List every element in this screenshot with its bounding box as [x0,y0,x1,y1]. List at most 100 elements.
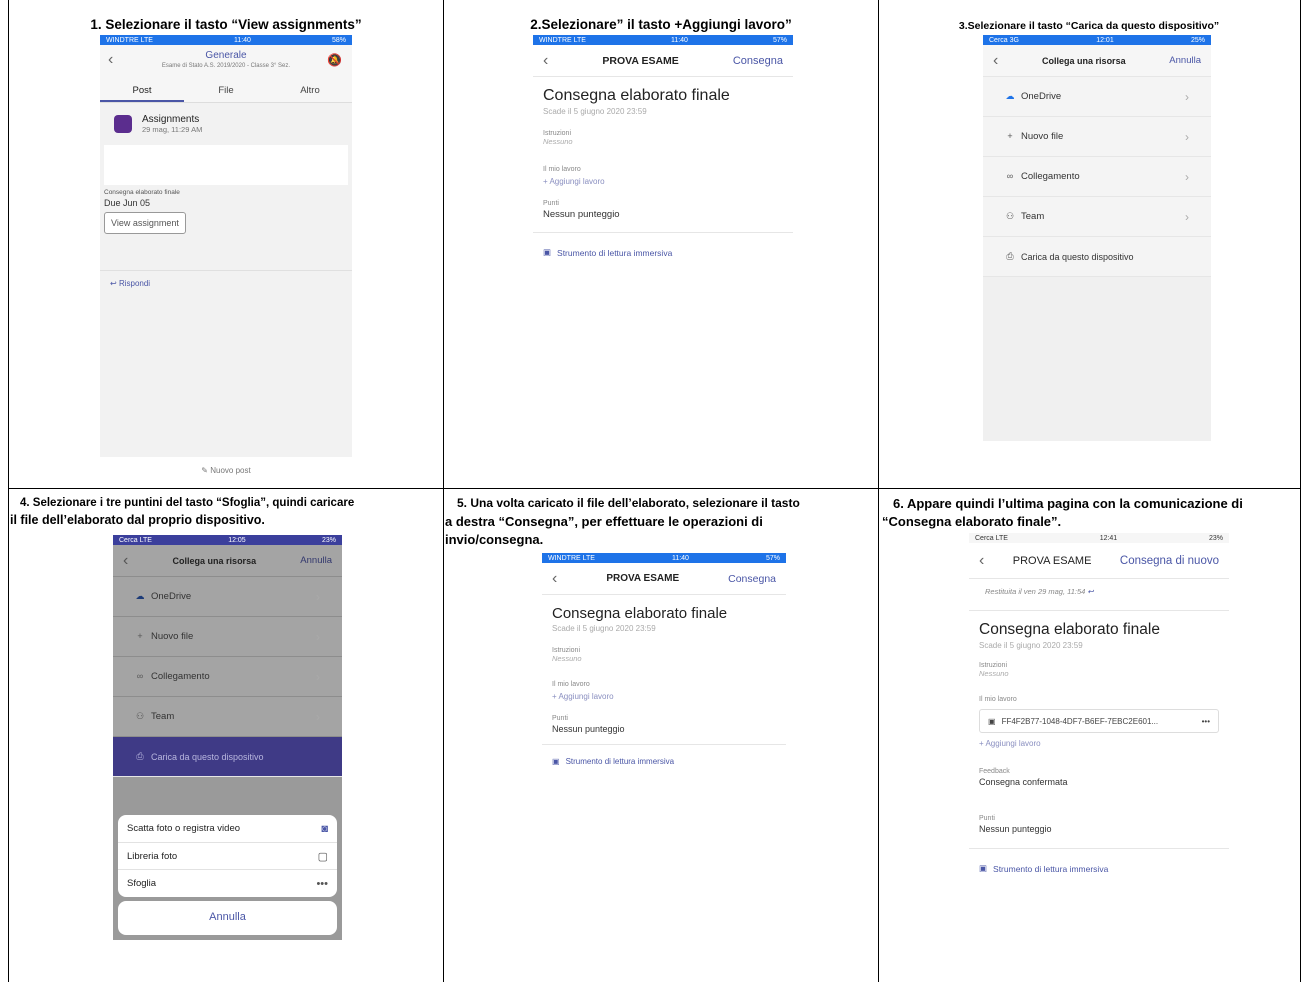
option-label: Sfoglia [127,878,157,889]
time-label: 11:40 [233,36,251,44]
attached-file[interactable]: ▣ FF4F2B77-1048-4DF7-B6EF-7EBC2E601... •… [979,709,1219,733]
link-row[interactable]: ∞ Collegamento › [113,657,342,697]
column-divider [878,0,879,982]
more-dots-icon[interactable]: ••• [1202,717,1210,726]
carrier-label: WINDTRE LTE [539,36,586,44]
due-date: Scade il 5 giugno 2020 23:59 [552,624,656,633]
team-row[interactable]: ⚇ Team › [983,197,1211,237]
upload-from-device-row[interactable]: ⎙ Carica da questo dispositivo [113,737,342,777]
assignment-title: Consegna elaborato finale [543,87,730,104]
onedrive-row[interactable]: ☁ OneDrive › [113,577,342,617]
compose-icon: ✎ [201,466,211,475]
back-arrow-icon[interactable]: ‹ [993,52,998,70]
back-arrow-icon[interactable]: ‹ [123,552,128,570]
status-bar: WINDTRE LTE 11:40 57% [542,553,786,563]
take-photo-option[interactable]: Scatta foto o registra video ◙ [118,815,337,843]
points-value: Nessun punteggio [979,824,1052,834]
back-arrow-icon[interactable]: ‹ [108,51,113,69]
add-work-button[interactable]: + Aggiungi lavoro [543,177,783,186]
assignment-title: Consegna elaborato finale [552,605,728,622]
immersive-reader-button[interactable]: ▣ Strumento di lettura immersiva [533,232,793,272]
status-bar: Cerca 3G 12:01 25% [983,35,1211,45]
instructions-value: Nessuno [979,669,1009,678]
reader-icon: ▣ [543,247,552,257]
upload-from-device-row[interactable]: ⎙ Carica da questo dispositivo [983,237,1211,277]
points-label: Punti [552,715,568,722]
header-title: PROVA ESAME [1012,554,1092,567]
screenshot-5: WINDTRE LTE 11:40 57% ‹ PROVA ESAME Cons… [542,553,786,808]
new-file-row[interactable]: + Nuovo file › [113,617,342,657]
consegna-button[interactable]: Consegna [733,55,783,67]
channel-name: Generale [205,50,247,61]
time-label: 11:40 [670,36,688,44]
post-time: 29 mag, 11:29 AM [142,125,203,134]
new-file-row[interactable]: + Nuovo file › [983,117,1211,157]
status-bar: Cerca LTE 12:41 23% [969,533,1229,543]
upload-icon: ⎙ [136,751,144,761]
carrier-label: WINDTRE LTE [106,36,153,44]
step-6-caption-line1: 6. Appare quindi l’ultima pagina con la … [893,496,1243,511]
screenshot-3: Cerca 3G 12:01 25% ‹ Collega una risorsa… [983,35,1211,441]
annulla-button[interactable]: Annulla [1169,55,1201,66]
add-work-button[interactable]: + Aggiungi lavoro [979,739,1219,748]
immersive-reader-button[interactable]: ▣ Strumento di lettura immersiva [969,848,1229,888]
battery-label: 25% [1190,36,1205,44]
screenshot-2: WINDTRE LTE 11:40 57% ‹ PROVA ESAME Cons… [533,35,793,300]
action-sheet: Scatta foto o registra video ◙ Libreria f… [118,815,337,897]
instructions-label: Istruzioni [979,662,1008,669]
add-work-button[interactable]: + Aggiungi lavoro [552,692,776,701]
row-label: Team [1021,211,1045,222]
camera-icon: ◙ [321,822,328,835]
row-label: Team [151,711,175,722]
file-name: FF4F2B77-1048-4DF7-B6EF-7EBC2E601... [1001,716,1159,726]
browse-option[interactable]: Sfoglia ••• [118,870,337,897]
reply-label: Rispondi [118,279,151,288]
returned-label: Restituita il ven 29 mag, 11:54 [985,587,1086,596]
reader-label: Strumento di lettura immersiva [565,757,675,766]
add-work-label: Aggiungi lavoro [549,177,605,186]
row-divider [8,488,1301,489]
team-row[interactable]: ⚇ Team › [113,697,342,737]
immersive-reader-button[interactable]: ▣ Strumento di lettura immersiva [542,744,786,778]
time-label: 12:05 [228,536,246,544]
chevron-right-icon: › [1185,209,1189,224]
back-arrow-icon[interactable]: ‹ [543,52,548,70]
link-resource-header: ‹ Collega una risorsa Annulla [113,545,342,577]
mute-bell-icon[interactable]: 🔕 [327,53,342,67]
cancel-button[interactable]: Annulla [118,901,337,935]
reader-label: Strumento di lettura immersiva [993,863,1109,874]
step-5-caption-line2: a destra “Consegna”, per effettuare le o… [445,514,763,529]
battery-label: 23% [321,536,336,544]
assignment-title: Consegna elaborato finale [104,189,180,196]
new-post-button[interactable]: ✎ Nuovo post [100,457,352,485]
view-assignment-button[interactable]: View assignment [104,212,186,234]
more-dots-icon[interactable]: ••• [316,878,328,890]
instructions-value: Nessuno [543,137,573,146]
assignments-post: Assignments 29 mag, 11:29 AM [100,103,352,145]
header-title: PROVA ESAME [602,54,679,67]
reader-icon: ▣ [979,863,988,873]
chevron-right-icon: › [316,669,320,684]
annulla-button[interactable]: Annulla [300,555,332,566]
assignment-header: ‹ PROVA ESAME Consegna [533,45,793,77]
link-row[interactable]: ∞ Collegamento › [983,157,1211,197]
back-arrow-icon[interactable]: ‹ [552,570,557,588]
link-resource-header: ‹ Collega una risorsa Annulla [983,45,1211,77]
consegna-button[interactable]: Consegna [728,573,776,585]
tab-altro[interactable]: Altro [268,79,352,102]
onedrive-row[interactable]: ☁ OneDrive › [983,77,1211,117]
reply-link[interactable]: ↩ Rispondi [100,270,352,296]
resubmit-button[interactable]: Consegna di nuovo [1120,555,1219,567]
card-preview [104,145,348,185]
time-label: 12:41 [1099,534,1118,542]
option-label: Libreria foto [127,850,178,862]
due-date: Scade il 5 giugno 2020 23:59 [979,641,1083,650]
tab-file[interactable]: File [184,79,268,102]
tab-post[interactable]: Post [100,79,184,102]
reply-arrow-icon: ↩ [110,279,119,288]
photo-library-option[interactable]: Libreria foto ▢ [118,843,337,870]
row-label: Collegamento [151,671,210,682]
empty-area [983,277,1211,441]
chevron-right-icon: › [1185,169,1189,184]
back-arrow-icon[interactable]: ‹ [979,552,984,570]
